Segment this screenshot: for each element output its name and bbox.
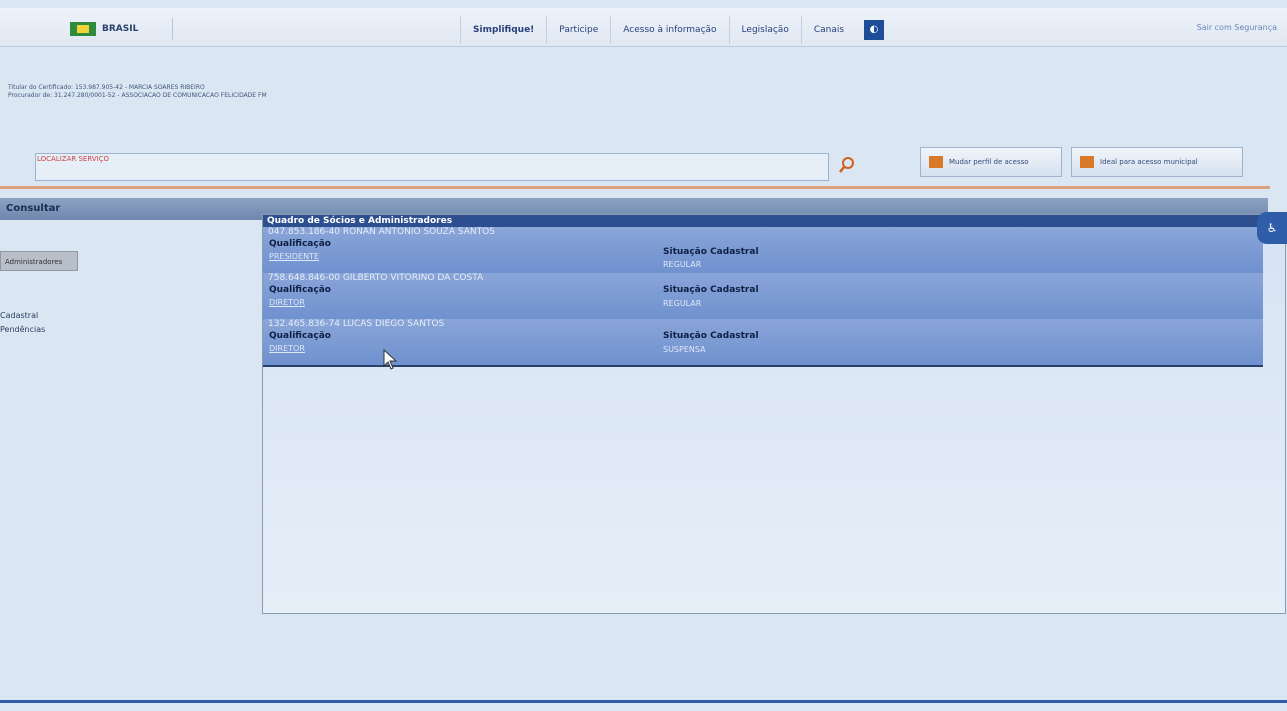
brasil-brand[interactable]: BRASIL	[70, 20, 138, 38]
link-acesso-informacao[interactable]: Acesso à informação	[610, 16, 728, 44]
qualification-label: Qualificação	[269, 331, 331, 341]
partner-row: 132.465.836-74 LUCAS DIEGO SANTOS Qualif…	[263, 319, 1263, 367]
partner-cpf-name: 047.853.186-40 RONAN ANTONIO SOUZA SANTO…	[268, 227, 495, 237]
bottom-border	[0, 700, 1287, 703]
flag-icon	[70, 22, 96, 36]
change-profile-label: Mudar perfil de acesso	[949, 158, 1029, 166]
partners-panel: Quadro de Sócios e Administradores 047.8…	[262, 214, 1286, 614]
search-input[interactable]	[35, 153, 829, 181]
partner-row: 758.648.846-00 GILBERTO VITORINO DA COST…	[263, 273, 1263, 321]
status-label: Situação Cadastral	[663, 331, 759, 341]
mouse-cursor-icon	[383, 349, 398, 370]
search-label: LOCALIZAR SERVIÇO	[37, 155, 110, 163]
orange-divider	[0, 186, 1270, 189]
link-simplifique[interactable]: Simplifique!	[460, 16, 546, 44]
status-label: Situação Cadastral	[663, 285, 759, 295]
change-profile-button[interactable]: Mudar perfil de acesso	[920, 147, 1062, 177]
link-canais[interactable]: Canais	[800, 16, 856, 44]
qualification-label: Qualificação	[269, 285, 331, 295]
procurator-of: Procurador de: 31.247.280/0001-52 - ASSO…	[8, 92, 267, 99]
partner-cpf-name: 132.465.836-74 LUCAS DIEGO SANTOS	[268, 319, 445, 329]
divider	[172, 18, 173, 40]
building-icon	[1080, 156, 1094, 168]
accessibility-tab-icon[interactable]: ♿	[1257, 212, 1287, 244]
gov-bar: BRASIL Simplifique! Participe Acesso à i…	[0, 8, 1287, 47]
menu-administradores[interactable]: Administradores	[0, 251, 78, 271]
panel-header: Quadro de Sócios e Administradores	[263, 215, 1285, 227]
accessibility-icon[interactable]: ◐	[864, 20, 885, 40]
certificate-info: Titular do Certificado: 153.987.905-42 -…	[8, 84, 267, 100]
link-legislacao[interactable]: Legislação	[728, 16, 801, 44]
search-icon[interactable]	[838, 156, 856, 174]
profile-icon	[929, 156, 943, 168]
menu-item-cadastral[interactable]: Cadastral	[0, 311, 38, 320]
qualification-value: DIRETOR	[269, 298, 305, 307]
logout-link[interactable]: Sair com Segurança	[1197, 23, 1277, 32]
link-participe[interactable]: Participe	[546, 16, 610, 44]
qualification-value: PRESIDENTE	[269, 252, 320, 261]
status-label: Situação Cadastral	[663, 247, 759, 257]
ideal-access-label: Ideal para acesso municipal	[1100, 158, 1198, 166]
partner-cpf-name: 758.648.846-00 GILBERTO VITORINO DA COST…	[268, 273, 484, 283]
section-title: Consultar	[6, 203, 61, 214]
qualification-value: DIRETOR	[269, 344, 305, 353]
brand-label: BRASIL	[102, 24, 139, 34]
certificate-holder: Titular do Certificado: 153.987.905-42 -…	[8, 84, 205, 91]
gov-links: Simplifique! Participe Acesso à informaç…	[460, 16, 885, 44]
qualification-label: Qualificação	[269, 239, 331, 249]
menu-item-pendencias[interactable]: Pendências	[0, 325, 45, 334]
status-value: REGULAR	[663, 299, 702, 308]
status-value: REGULAR	[663, 260, 702, 269]
ideal-access-button[interactable]: Ideal para acesso municipal	[1071, 147, 1243, 177]
status-value: SUSPENSA	[663, 345, 706, 354]
panel-title: Quadro de Sócios e Administradores	[267, 216, 453, 226]
partner-row: 047.853.186-40 RONAN ANTONIO SOUZA SANTO…	[263, 227, 1263, 275]
